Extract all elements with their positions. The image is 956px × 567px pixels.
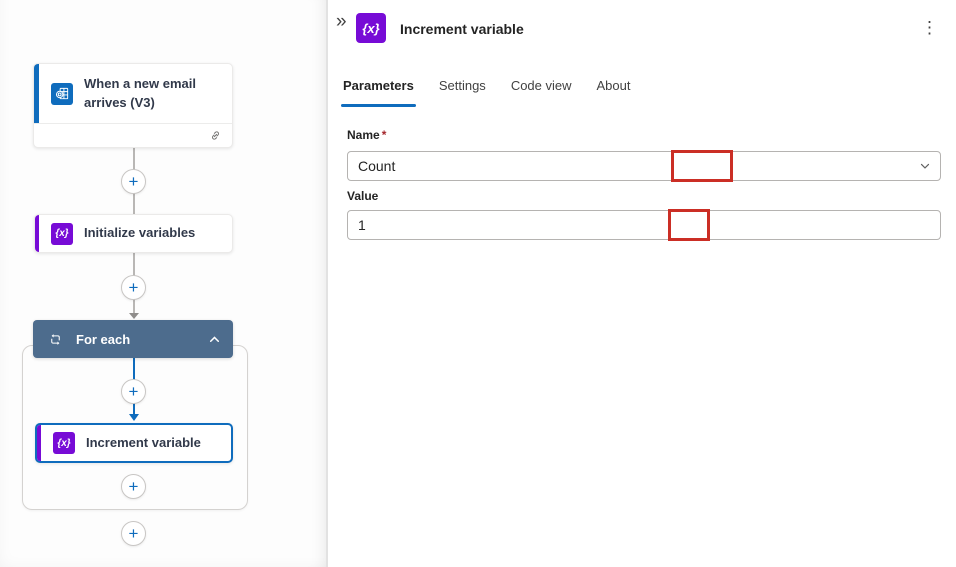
- variable-icon: {x}: [51, 223, 73, 245]
- add-action-button[interactable]: +: [121, 169, 146, 194]
- action-title: Initialize variables: [84, 224, 195, 243]
- tab-about[interactable]: About: [596, 70, 632, 107]
- value-field[interactable]: [347, 210, 941, 240]
- plus-icon: +: [129, 279, 139, 296]
- connection-link-icon[interactable]: [209, 129, 222, 142]
- value-input[interactable]: [348, 211, 940, 239]
- plus-icon: +: [129, 383, 139, 400]
- panel-title: Increment variable: [400, 21, 524, 37]
- trigger-title: When a new email arrives (V3): [84, 75, 222, 113]
- action-node-initialize-variables[interactable]: {x} Initialize variables: [34, 214, 233, 253]
- scope-title: For each: [76, 332, 194, 347]
- name-input[interactable]: [348, 152, 910, 180]
- flow-canvas[interactable]: When a new email arrives (V3) +: [0, 0, 326, 567]
- power-automate-designer: When a new email arrives (V3) +: [0, 0, 956, 567]
- outlook-icon: [51, 83, 73, 105]
- plus-icon: +: [129, 173, 139, 190]
- name-combobox[interactable]: [347, 151, 941, 181]
- required-asterisk: *: [382, 128, 387, 142]
- more-options-icon[interactable]: ⋮: [917, 17, 942, 38]
- add-action-button[interactable]: +: [121, 275, 146, 300]
- plus-icon: +: [129, 525, 139, 542]
- add-action-button[interactable]: +: [121, 474, 146, 499]
- action-node-increment-variable[interactable]: {x} Increment variable: [35, 423, 233, 463]
- name-field-label: Name*: [347, 128, 386, 142]
- scope-node-for-each[interactable]: For each: [33, 320, 233, 358]
- loop-icon: [49, 333, 62, 346]
- tab-code-view[interactable]: Code view: [510, 70, 573, 107]
- chevron-down-icon[interactable]: [910, 160, 940, 172]
- tab-settings[interactable]: Settings: [438, 70, 487, 107]
- collapse-panel-icon[interactable]: »: [336, 12, 347, 31]
- add-action-button[interactable]: +: [121, 379, 146, 404]
- add-action-button[interactable]: +: [121, 521, 146, 546]
- plus-icon: +: [129, 478, 139, 495]
- tab-parameters[interactable]: Parameters: [342, 70, 415, 107]
- action-details-panel: » {x} Increment variable ⋮ Parameters Se…: [328, 0, 956, 567]
- action-title: Increment variable: [86, 434, 201, 453]
- arrow-down-icon: [129, 313, 139, 319]
- trigger-footer: [34, 123, 232, 147]
- chevron-up-icon[interactable]: [208, 333, 221, 346]
- panel-tabs: Parameters Settings Code view About: [342, 70, 632, 107]
- variable-icon: {x}: [356, 13, 386, 43]
- value-field-label: Value: [347, 189, 378, 203]
- trigger-node-when-new-email-arrives[interactable]: When a new email arrives (V3): [33, 63, 233, 148]
- variable-icon: {x}: [53, 432, 75, 454]
